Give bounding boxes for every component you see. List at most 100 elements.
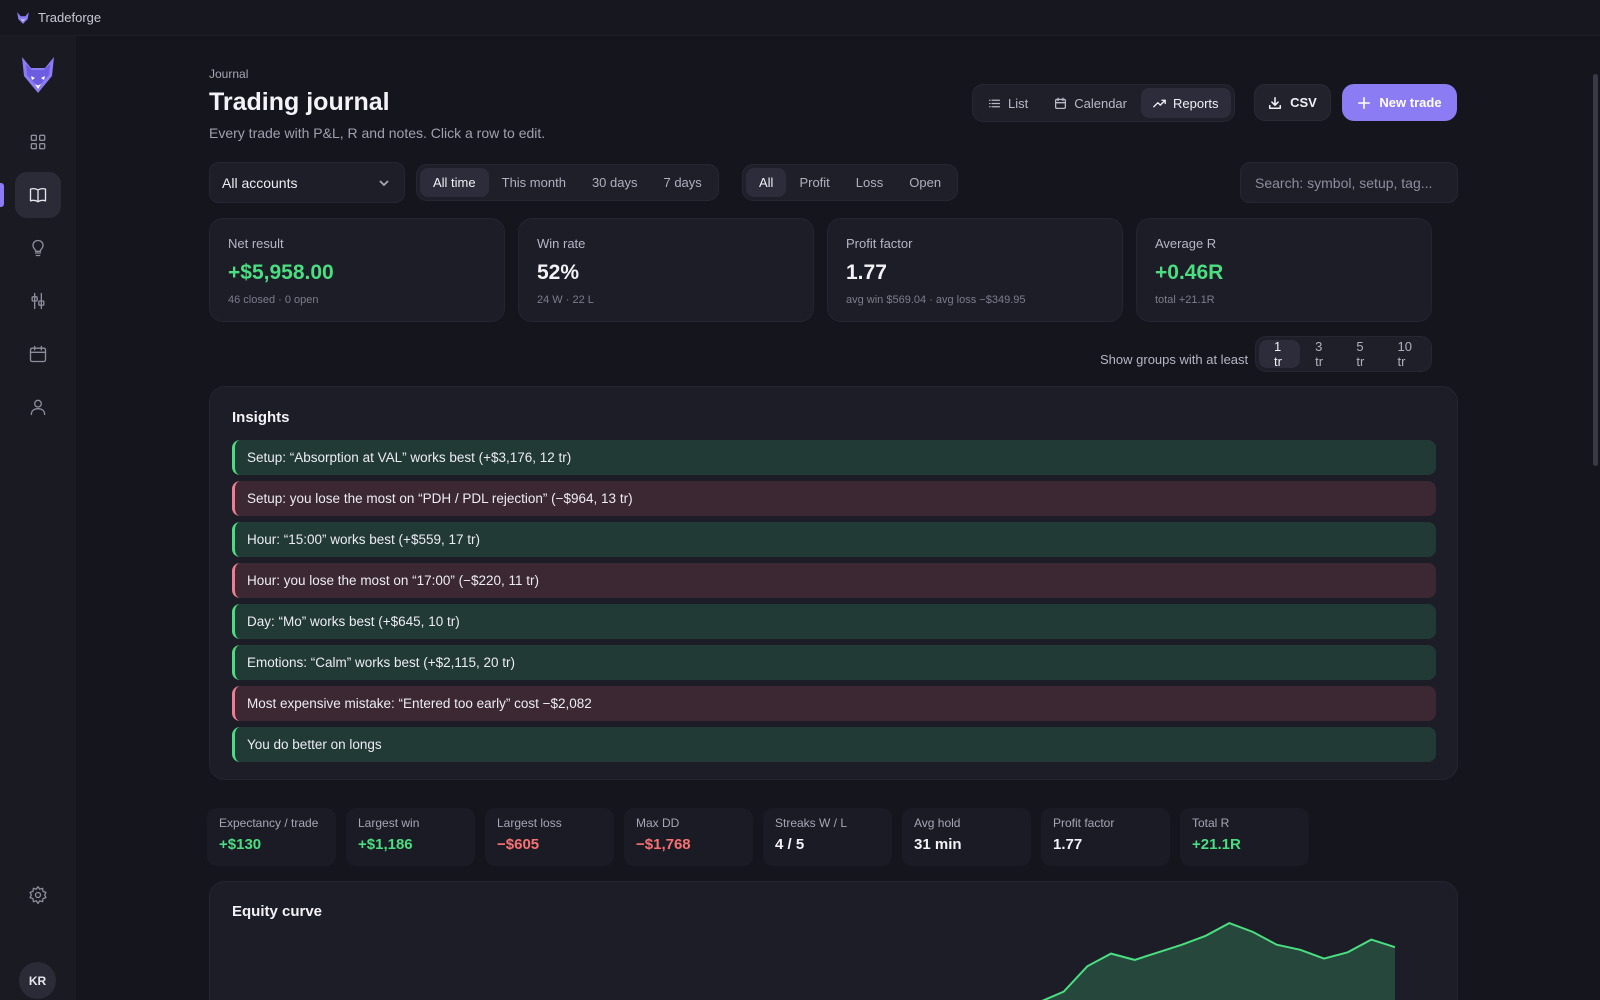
stat-card-win-rate: Win rate 52% 24 W · 22 L xyxy=(518,218,814,322)
calendar-icon xyxy=(29,345,47,363)
sidebar-item-dashboard[interactable] xyxy=(15,119,61,165)
new-trade-label: New trade xyxy=(1379,95,1442,110)
metric-label: Streaks W / L xyxy=(775,816,848,830)
period-this-month[interactable]: This month xyxy=(489,168,579,197)
sidebar-item-settings[interactable] xyxy=(15,872,61,918)
stat-card-net-result: Net result +$5,958.00 46 closed · 0 open xyxy=(209,218,505,322)
metric-profit-factor: Profit factor 1.77 xyxy=(1041,808,1170,866)
stat-label: Net result xyxy=(228,236,284,251)
metric-value: +21.1R xyxy=(1192,836,1241,853)
page-title: Trading journal xyxy=(209,88,390,116)
metric-value: 4 / 5 xyxy=(775,836,805,853)
stat-value: +$5,958.00 xyxy=(228,261,334,284)
app-title: Tradeforge xyxy=(38,10,102,25)
download-icon xyxy=(1269,96,1282,109)
list-icon xyxy=(988,99,1001,107)
chevron-down-icon xyxy=(379,179,389,186)
stat-label: Win rate xyxy=(537,236,586,251)
group-threshold-5[interactable]: 5 tr xyxy=(1341,339,1382,369)
metric-value: −$1,768 xyxy=(636,836,691,853)
outcome-open[interactable]: Open xyxy=(896,168,954,197)
breadcrumb[interactable]: Journal xyxy=(209,67,248,81)
sliders-icon xyxy=(31,292,45,310)
main-content: Journal Trading journal Every trade with… xyxy=(76,36,1600,1000)
metric-value: 1.77 xyxy=(1053,836,1083,853)
metric-label: Avg hold xyxy=(914,816,961,830)
metric-label: Profit factor xyxy=(1053,816,1115,830)
stat-label: Profit factor xyxy=(846,236,913,251)
sidebar-item-profile[interactable] xyxy=(15,384,61,430)
view-calendar-button[interactable]: Calendar xyxy=(1042,88,1139,118)
metric-expectancy: Expectancy / trade +$130 xyxy=(207,808,336,866)
view-list-button[interactable]: List xyxy=(976,88,1040,118)
insight-item: Most expensive mistake: “Entered too ear… xyxy=(232,686,1436,721)
period-all-time[interactable]: All time xyxy=(420,168,489,197)
gear-icon xyxy=(29,886,47,904)
metric-label: Max DD xyxy=(636,816,680,830)
export-csv-button[interactable]: CSV xyxy=(1254,84,1331,121)
metric-value: +$1,186 xyxy=(358,836,413,853)
metric-label: Largest loss xyxy=(497,816,562,830)
metric-label: Expectancy / trade xyxy=(219,816,319,830)
sidebar-item-calendar[interactable] xyxy=(15,331,61,377)
insights-title: Insights xyxy=(232,409,290,426)
view-reports-button[interactable]: Reports xyxy=(1141,88,1231,118)
metric-value: 31 min xyxy=(914,836,962,853)
export-csv-label: CSV xyxy=(1290,95,1317,110)
equity-curve-area xyxy=(1044,923,1395,1000)
new-trade-button[interactable]: New trade xyxy=(1342,84,1457,121)
stat-value: +0.46R xyxy=(1155,261,1224,284)
scrollbar[interactable] xyxy=(1593,74,1598,466)
view-list-label: List xyxy=(1008,95,1029,111)
stat-subtext: 24 W · 22 L xyxy=(537,294,594,306)
stat-subtext: 46 closed · 0 open xyxy=(228,294,319,306)
metric-largest-loss: Largest loss −$605 xyxy=(485,808,614,866)
stat-card-profit-factor: Profit factor 1.77 avg win $569.04 · avg… xyxy=(827,218,1123,322)
outcome-loss[interactable]: Loss xyxy=(843,168,896,197)
sidebar-item-insights[interactable] xyxy=(15,225,61,271)
period-7-days[interactable]: 7 days xyxy=(650,168,714,197)
metric-max-drawdown: Max DD −$1,768 xyxy=(624,808,753,866)
view-reports-label: Reports xyxy=(1173,95,1219,111)
plus-icon xyxy=(1358,96,1371,109)
insight-item: Emotions: “Calm” works best (+$2,115, 20… xyxy=(232,645,1436,680)
metric-streaks: Streaks W / L 4 / 5 xyxy=(763,808,892,866)
outcome-all[interactable]: All xyxy=(746,168,787,197)
stat-label: Average R xyxy=(1155,236,1217,251)
fox-logo-icon[interactable] xyxy=(20,56,56,94)
metric-total-r: Total R +21.1R xyxy=(1180,808,1309,866)
insight-item: Day: “Mo” works best (+$645, 10 tr) xyxy=(232,604,1436,639)
page-subtitle: Every trade with P&L, R and notes. Click… xyxy=(209,125,546,141)
insights-panel: Insights Setup: “Absorption at VAL” work… xyxy=(209,386,1458,780)
sidebar-item-tools[interactable] xyxy=(15,278,61,324)
insight-item: Setup: you lose the most on “PDH / PDL r… xyxy=(232,481,1436,516)
insight-item: You do better on longs xyxy=(232,727,1436,762)
group-threshold-selector: 1 tr 3 tr 5 tr 10 tr xyxy=(1255,336,1432,372)
group-threshold-1[interactable]: 1 tr xyxy=(1259,339,1301,369)
equity-curve-chart xyxy=(1041,922,1396,1000)
group-threshold-label: Show groups with at least xyxy=(1100,352,1249,367)
metric-value: +$130 xyxy=(219,836,262,853)
avatar[interactable]: KR xyxy=(19,962,56,999)
period-30-days[interactable]: 30 days xyxy=(579,168,651,197)
lightbulb-icon xyxy=(32,239,44,257)
search-input[interactable] xyxy=(1240,162,1458,203)
book-icon xyxy=(29,187,47,203)
outcome-profit[interactable]: Profit xyxy=(786,168,842,197)
title-bar: Tradeforge xyxy=(0,0,1600,36)
insight-item: Setup: “Absorption at VAL” works best (+… xyxy=(232,440,1436,475)
group-threshold-10[interactable]: 10 tr xyxy=(1383,339,1428,369)
stat-subtext: avg win $569.04 · avg loss −$349.95 xyxy=(846,294,1026,306)
metric-value: −$605 xyxy=(497,836,540,853)
metric-largest-win: Largest win +$1,186 xyxy=(346,808,475,866)
sidebar-item-journal[interactable] xyxy=(0,172,61,218)
stat-subtext: total +21.1R xyxy=(1155,294,1215,306)
view-calendar-label: Calendar xyxy=(1074,95,1127,111)
stat-card-average-r: Average R +0.46R total +21.1R xyxy=(1136,218,1432,322)
equity-curve-panel: Equity curve xyxy=(209,881,1458,1000)
account-select[interactable]: All accounts xyxy=(209,162,405,203)
view-switcher: List Calendar Reports xyxy=(972,84,1235,122)
insight-item: Hour: you lose the most on “17:00” (−$22… xyxy=(232,563,1436,598)
group-threshold-3[interactable]: 3 tr xyxy=(1300,339,1341,369)
metric-label: Largest win xyxy=(358,816,420,830)
